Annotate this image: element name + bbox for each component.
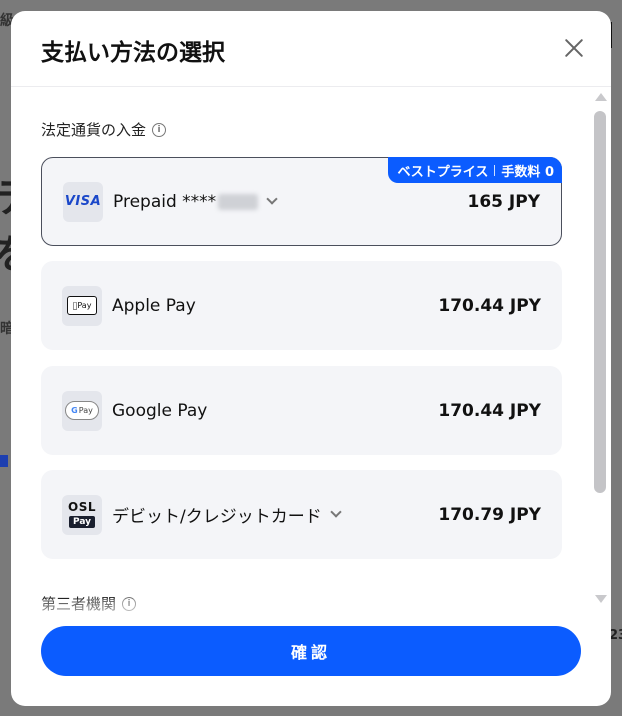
osl-pay-logo-mark: OSL Pay [67,496,97,534]
scroll-thumb[interactable] [594,111,606,493]
background-icon [0,455,8,467]
best-price-text: ベストプライス [397,164,489,180]
option-name: デビット/クレジットカード [112,502,342,527]
option-label: Apple Pay [112,295,196,316]
payment-method-modal: 支払い方法の選択 法定通貨の入金 i ベストプライス 手数料 0 VISA Pr… [11,11,611,706]
option-price: 165 JPY [467,191,541,212]
option-name: Prepaid **** [113,191,278,212]
fee-text: 手数料 0 [501,164,554,180]
option-name: Google Pay [112,401,207,421]
option-label: Google Pay [112,400,208,421]
option-price: 170.44 JPY [438,400,541,421]
visa-logo-text: VISA [64,194,102,209]
payment-option-debit-credit-card[interactable]: OSL Pay デビット/クレジットカード 170.79 JPY [41,470,562,559]
osl-pay-text: Pay [68,516,96,528]
option-label: デビット/クレジットカード [112,507,322,527]
info-icon[interactable]: i [152,122,167,137]
modal-header: 支払い方法の選択 [11,11,611,87]
osl-pay-logo: OSL Pay [62,494,102,535]
best-price-badge: ベストプライス 手数料 0 [387,157,562,183]
google-g-icon: G [71,406,78,415]
visa-logo: VISA [63,181,103,222]
masked-card-number [218,193,259,210]
scroll-fade [11,599,591,629]
modal-title: 支払い方法の選択 [41,40,225,66]
payment-option-google-pay[interactable]: G Pay Google Pay 170.44 JPY [41,366,562,455]
scrollbar[interactable] [594,93,607,603]
option-label: Prepaid **** [113,191,217,212]
google-pay-logo: G Pay [62,390,102,431]
close-icon[interactable] [563,37,585,59]
payment-option-visa-prepaid[interactable]: ベストプライス 手数料 0 VISA Prepaid **** 165 JPY [41,157,562,246]
osl-logo-text: OSL [68,500,96,514]
apple-pay-logo-mark: Pay [67,296,97,315]
apple-pay-logo: Pay [62,285,102,326]
payment-option-apple-pay[interactable]: Pay Apple Pay 170.44 JPY [41,261,562,350]
apple-pay-logo-text: Pay [74,301,91,310]
google-pay-logo-text: Pay [78,406,93,415]
scroll-down-arrow-icon[interactable] [595,595,607,603]
option-price: 170.44 JPY [438,295,541,316]
section-label: 法定通貨の入金 [41,121,147,139]
google-pay-logo-mark: G Pay [65,401,99,420]
option-name: Apple Pay [112,296,196,316]
scroll-up-arrow-icon[interactable] [595,93,607,101]
badge-divider [494,164,496,176]
confirm-button[interactable]: 確認 [41,626,581,676]
chevron-down-icon[interactable] [330,506,342,518]
chevron-down-icon[interactable] [266,193,278,205]
section-fiat-deposit: 法定通貨の入金 i [41,119,167,140]
option-price: 170.79 JPY [438,504,541,525]
